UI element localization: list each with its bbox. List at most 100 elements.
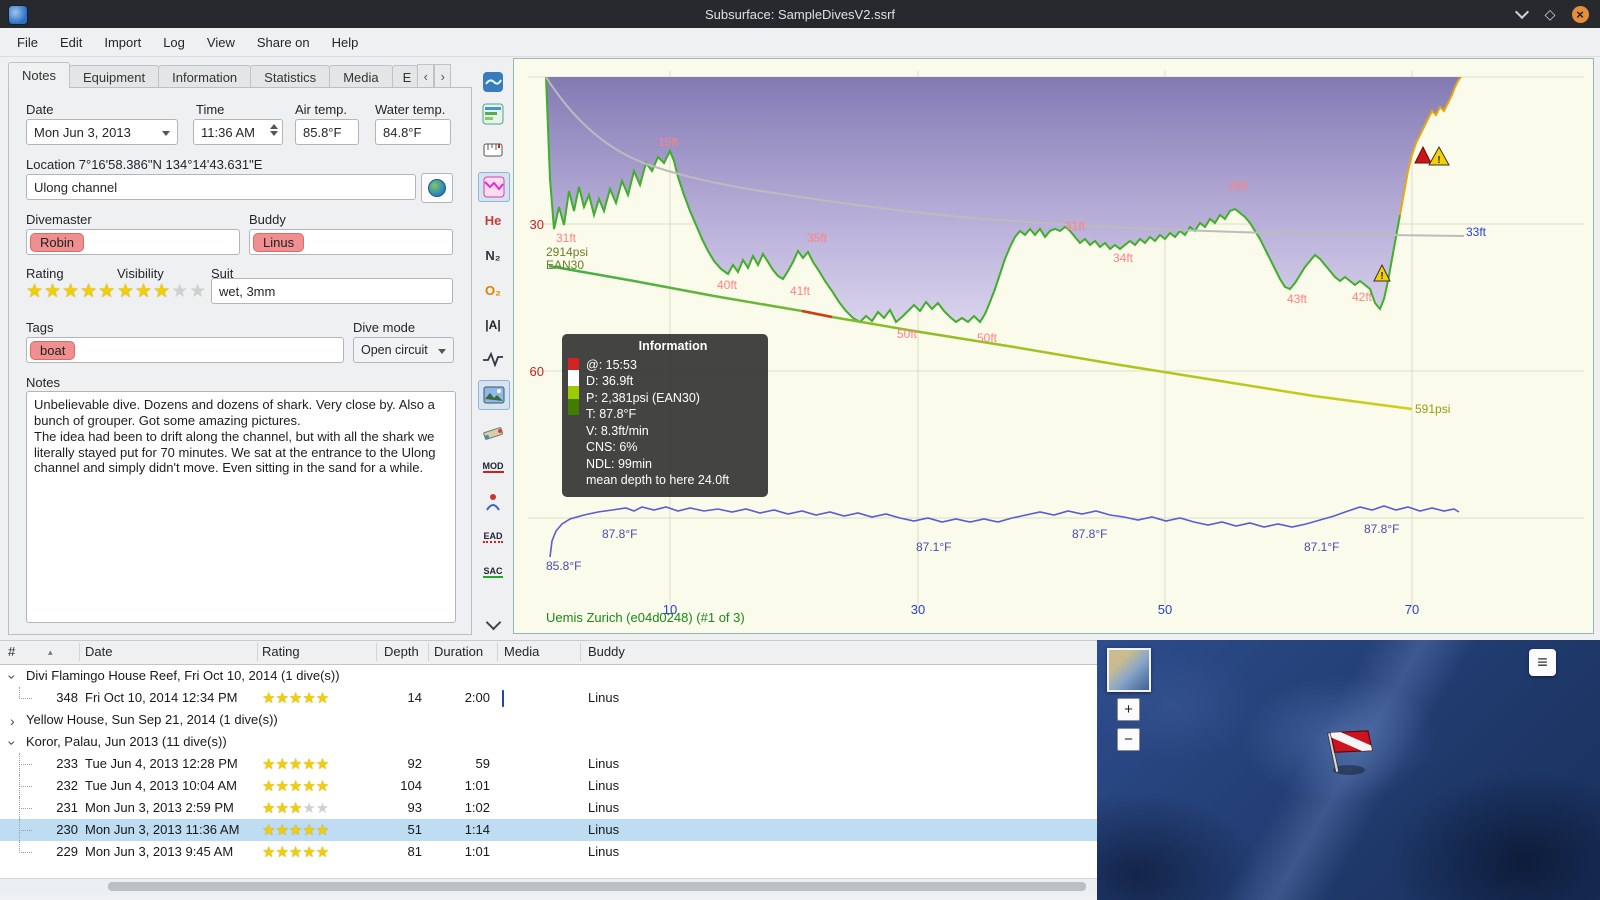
airtemp-field[interactable]: 85.8°F: [295, 119, 359, 145]
profile-toolbar: He N₂ O₂ |A| MOD EAD SAC: [477, 62, 511, 634]
map-overview-thumbnail[interactable]: [1107, 648, 1151, 692]
trip-row-koror-palau[interactable]: › Koror, Palau, Jun 2013 (11 dive(s)): [0, 731, 1097, 753]
header-rating[interactable]: Rating: [262, 644, 300, 659]
notes-textarea[interactable]: Unbelievable dive. Dozens and dozens of …: [26, 391, 456, 623]
tissue-saturation-button[interactable]: [478, 100, 508, 128]
titlebar[interactable]: Subsurface: SampleDivesV2.ssrf ◇ ×: [0, 0, 1600, 28]
dive-row-232[interactable]: 232 Tue Jun 4, 2013 10:04 AM ★★★★★ 104 1…: [0, 775, 1097, 797]
heartrate-button[interactable]: [478, 345, 508, 373]
dive-list-hscrollbar[interactable]: [0, 878, 1097, 894]
buddy-field[interactable]: Linus: [249, 229, 453, 255]
map-zoom-out-button[interactable]: −: [1117, 728, 1140, 751]
temp-label-2: 87.1°F: [916, 540, 952, 554]
tags-field[interactable]: boat: [26, 337, 344, 363]
tab-statistics[interactable]: Statistics: [250, 65, 331, 88]
header-depth[interactable]: Depth: [384, 644, 419, 659]
profile-info-tooltip[interactable]: Information @: 15:53 D: 36.9ft P: 2,381p…: [562, 334, 768, 497]
map-zoom-in-button[interactable]: +: [1117, 698, 1140, 721]
rating-stars: ★★★★★: [262, 778, 330, 795]
trip-row-divi-flamingo[interactable]: › Divi Flamingo House Reef, Fri Oct 10, …: [0, 665, 1097, 687]
menu-view[interactable]: View: [196, 31, 246, 54]
o2-graph-button[interactable]: O₂: [478, 276, 508, 304]
suit-field[interactable]: wet, 3mm: [211, 278, 453, 304]
tab-scroll-left-button[interactable]: ‹: [417, 64, 435, 88]
shade-window-button[interactable]: [1512, 4, 1532, 24]
tabbar: Notes Equipment Information Statistics M…: [8, 62, 472, 88]
calculated-ceiling-button[interactable]: [478, 172, 510, 202]
info-legend-swatches: [568, 358, 579, 415]
location-field[interactable]: Ulong channel: [26, 174, 416, 200]
header-num[interactable]: #: [8, 644, 15, 659]
menu-edit[interactable]: Edit: [49, 31, 93, 54]
he-graph-button[interactable]: He: [478, 206, 508, 234]
depth-label-50b: 50ft: [977, 331, 998, 345]
rating-stars[interactable]: ★★★★★: [26, 280, 116, 303]
mod-button[interactable]: MOD: [478, 453, 508, 481]
tree-collapsed-icon[interactable]: ›: [10, 713, 15, 729]
divemaster-field[interactable]: Robin: [26, 229, 240, 255]
info-cns: CNS: 6%: [586, 440, 638, 454]
buddy-label: Buddy: [249, 212, 286, 227]
menubar: File Edit Import Log View Share on Help: [0, 28, 1600, 57]
deco-info-button[interactable]: [478, 488, 508, 516]
tab-information[interactable]: Information: [158, 65, 252, 88]
scrollbar-handle[interactable]: [108, 882, 1086, 891]
dive-site-map[interactable]: + − ≡: [1097, 640, 1600, 900]
buddy-chip[interactable]: Linus: [253, 232, 305, 252]
dive-list: # ▴ Date Rating Depth Duration Media Bud…: [0, 640, 1097, 879]
o2-icon: O₂: [485, 282, 501, 298]
dive-personal-info-button[interactable]: [478, 68, 508, 96]
tree-expanded-icon[interactable]: ›: [4, 675, 20, 680]
show-photos-button[interactable]: [478, 380, 510, 410]
edit-location-button[interactable]: [421, 173, 453, 203]
chevron-down-icon: [1514, 4, 1530, 20]
gas-label: EAN30: [546, 258, 585, 272]
scale-button[interactable]: [478, 136, 508, 164]
dive-profile-panel[interactable]: ! ! 30 60 10 30 50 70 31ft 2914psi EAN30…: [513, 58, 1594, 634]
header-date[interactable]: Date: [85, 644, 112, 659]
tag-chip[interactable]: boat: [30, 340, 76, 360]
header-media[interactable]: Media: [504, 644, 539, 659]
maximize-button[interactable]: ◇: [1540, 4, 1560, 24]
tab-notes[interactable]: Notes: [8, 62, 70, 88]
tree-expanded-icon[interactable]: ›: [4, 741, 20, 746]
menu-import[interactable]: Import: [93, 31, 152, 54]
chevron-right-icon: ›: [440, 68, 445, 84]
divemode-combobox[interactable]: Open circuit: [353, 337, 454, 363]
dive-row-233[interactable]: 233 Tue Jun 4, 2013 12:28 PM ★★★★★ 92 59…: [0, 753, 1097, 775]
air-graph-button[interactable]: |A|: [478, 311, 508, 339]
avg-depth-label-33: 33ft: [1466, 225, 1487, 239]
close-button[interactable]: ×: [1570, 4, 1590, 24]
media-photo-icon[interactable]: [502, 690, 504, 707]
tab-equipment[interactable]: Equipment: [68, 65, 160, 88]
map-menu-button[interactable]: ≡: [1529, 649, 1556, 676]
time-spinbox[interactable]: 11:36 AM: [193, 119, 283, 145]
date-combobox[interactable]: Mon Jun 3, 2013: [26, 119, 178, 145]
menu-share-on[interactable]: Share on: [246, 31, 321, 54]
collapse-toolbar-button[interactable]: [478, 610, 508, 638]
dive-row-229[interactable]: 229 Mon Jun 3, 2013 9:45 AM ★★★★★ 81 1:0…: [0, 841, 1097, 863]
sac-button[interactable]: SAC: [478, 558, 508, 586]
n2-graph-button[interactable]: N₂: [478, 241, 508, 269]
divemaster-chip[interactable]: Robin: [30, 232, 84, 252]
tab-extra-info[interactable]: E: [391, 65, 419, 88]
dive-row-231[interactable]: 231 Mon Jun 3, 2013 2:59 PM ★★★★★ 93 1:0…: [0, 797, 1097, 819]
watertemp-field[interactable]: 84.8°F: [375, 119, 451, 145]
ruler-button[interactable]: [478, 418, 508, 446]
tab-scroll-right-button[interactable]: ›: [434, 64, 452, 88]
hamburger-icon: ≡: [1537, 652, 1548, 672]
ead-button[interactable]: EAD: [478, 523, 508, 551]
trip-row-yellow-house[interactable]: › Yellow House, Sun Sep 21, 2014 (1 dive…: [0, 709, 1097, 731]
tab-media[interactable]: Media: [329, 65, 393, 88]
spinner-arrows-icon[interactable]: [270, 124, 278, 136]
header-duration[interactable]: Duration: [434, 644, 483, 659]
menu-help[interactable]: Help: [321, 31, 370, 54]
dive-row-230-selected[interactable]: 230 Mon Jun 3, 2013 11:36 AM ★★★★★ 51 1:…: [0, 819, 1097, 841]
dive-flag-marker[interactable]: [1315, 718, 1385, 778]
visibility-stars[interactable]: ★★★★★: [117, 280, 207, 303]
menu-log[interactable]: Log: [152, 31, 196, 54]
header-buddy[interactable]: Buddy: [588, 644, 625, 659]
dive-list-header[interactable]: # ▴ Date Rating Depth Duration Media Bud…: [0, 641, 1097, 665]
dive-row-348[interactable]: 348 Fri Oct 10, 2014 12:34 PM ★★★★★ 14 2…: [0, 687, 1097, 709]
menu-file[interactable]: File: [6, 31, 49, 54]
